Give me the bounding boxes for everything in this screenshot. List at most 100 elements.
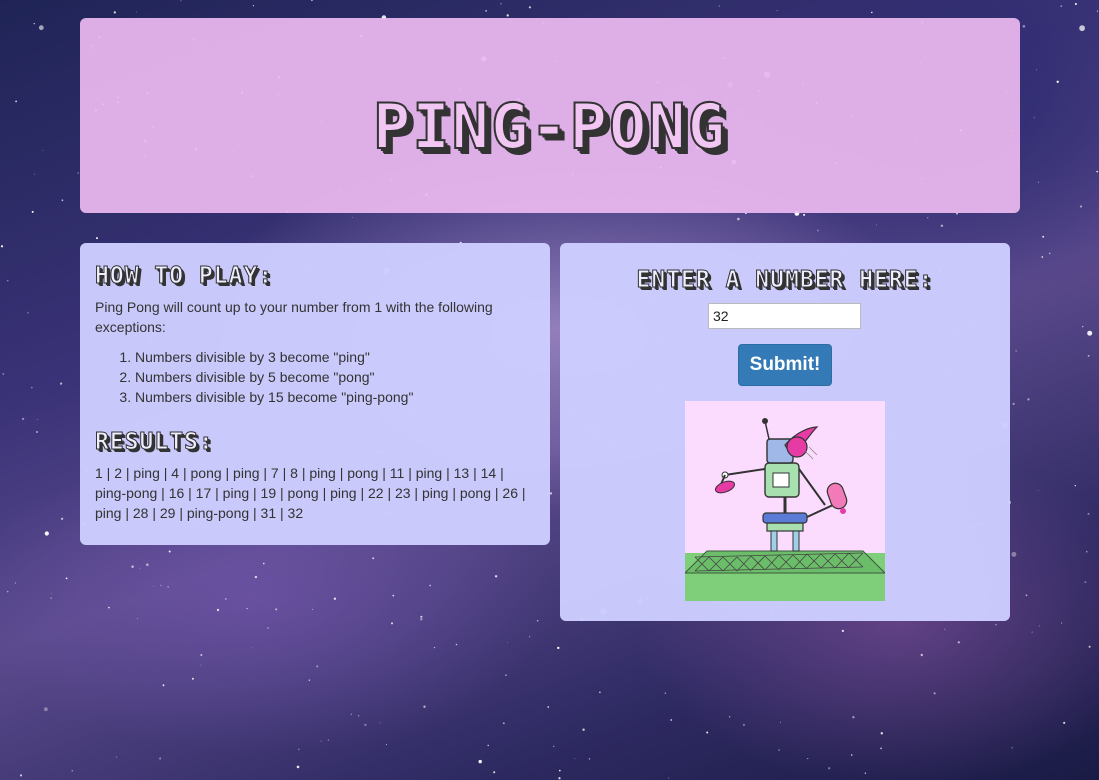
star-dot (547, 706, 549, 708)
star-dot (263, 562, 265, 565)
star-dot (880, 747, 882, 750)
star-dot (180, 0, 182, 2)
star-dot (529, 636, 531, 638)
submit-button[interactable]: Submit! (738, 344, 832, 386)
star-dot (34, 173, 35, 175)
star-dot (1015, 350, 1017, 352)
star-dot (115, 756, 118, 758)
star-dot (37, 419, 38, 420)
star-dot (1025, 594, 1028, 597)
star-dot (1074, 3, 1077, 5)
star-dot (1063, 721, 1066, 725)
star-dot (776, 10, 778, 11)
star-dot (1038, 181, 1039, 183)
star-dot (706, 731, 709, 734)
star-dot (168, 550, 171, 553)
star-dot (1079, 25, 1085, 32)
star-dot (2, 373, 5, 375)
star-dot (61, 199, 64, 202)
star-dot (33, 23, 35, 25)
star-dot (30, 386, 33, 389)
star-dot (1096, 10, 1098, 12)
star-dot (841, 629, 845, 633)
star-dot (200, 654, 203, 656)
star-dot (500, 3, 502, 5)
star-dot (312, 608, 314, 610)
star-dot (1087, 512, 1090, 515)
star-dot (77, 172, 80, 174)
star-dot (1042, 235, 1045, 238)
star-dot (296, 765, 300, 769)
star-dot (38, 25, 44, 31)
star-dot (308, 679, 310, 681)
star-dot (493, 771, 496, 774)
star-dot (385, 744, 387, 746)
star-dot (429, 584, 432, 587)
star-dot (559, 769, 561, 772)
star-dot (433, 646, 436, 649)
star-dot (1084, 581, 1087, 584)
star-dot (1041, 256, 1044, 258)
star-dot (574, 758, 576, 759)
star-dot (1036, 69, 1037, 71)
star-dot (136, 618, 139, 620)
robot-ping-pong-illustration (685, 401, 885, 601)
star-dot (96, 237, 98, 240)
star-dot (275, 608, 278, 611)
star-dot (582, 728, 585, 731)
star-dot (956, 212, 958, 215)
star-dot (298, 748, 300, 750)
star-dot (876, 224, 877, 226)
star-dot (940, 224, 944, 227)
number-input[interactable] (708, 303, 861, 329)
star-dot (6, 590, 9, 593)
star-dot (664, 692, 666, 694)
star-dot (310, 0, 313, 2)
star-dot (252, 647, 254, 649)
star-dot (494, 575, 498, 578)
rule-item: Numbers divisible by 5 become "pong" (135, 367, 534, 387)
star-dot (159, 757, 162, 760)
star-dot (1012, 402, 1015, 405)
star-dot (6, 279, 9, 282)
star-dot (1060, 5, 1063, 7)
star-dot (1088, 645, 1091, 648)
star-dot (350, 713, 353, 715)
star-dot (246, 607, 248, 610)
star-dot (588, 758, 591, 760)
star-dot (1039, 625, 1041, 627)
star-dot (113, 11, 116, 14)
star-dot (14, 582, 16, 584)
star-dot (1056, 80, 1059, 84)
how-to-play-panel: HOW TO PLAY: Ping Pong will count up to … (80, 243, 550, 545)
star-dot (779, 721, 781, 723)
header-banner: PING-PONG (80, 18, 1020, 213)
star-dot (420, 615, 423, 618)
star-dot (1086, 551, 1088, 553)
star-dot (502, 722, 505, 725)
star-dot (528, 6, 532, 9)
star-dot (817, 229, 819, 232)
star-dot (1061, 622, 1063, 624)
rules-list: Numbers divisible by 3 become "ping" Num… (95, 347, 534, 407)
star-dot (352, 217, 354, 219)
star-dot (65, 577, 68, 580)
star-dot (27, 312, 29, 314)
star-dot (420, 618, 423, 621)
star-dot (191, 677, 194, 680)
star-dot (599, 691, 601, 694)
star-dot (553, 745, 555, 748)
star-dot (737, 217, 740, 221)
star-dot (372, 557, 375, 560)
star-dot (50, 592, 52, 594)
star-dot (478, 759, 482, 764)
star-dot (487, 744, 490, 747)
star-dot (167, 586, 169, 588)
star-dot (316, 665, 319, 668)
star-dot (1033, 117, 1035, 119)
star-dot (1022, 25, 1026, 28)
star-dot (729, 716, 731, 718)
how-to-play-intro: Ping Pong will count up to your number f… (95, 299, 493, 335)
star-dot (507, 642, 508, 643)
star-dot (944, 628, 946, 630)
